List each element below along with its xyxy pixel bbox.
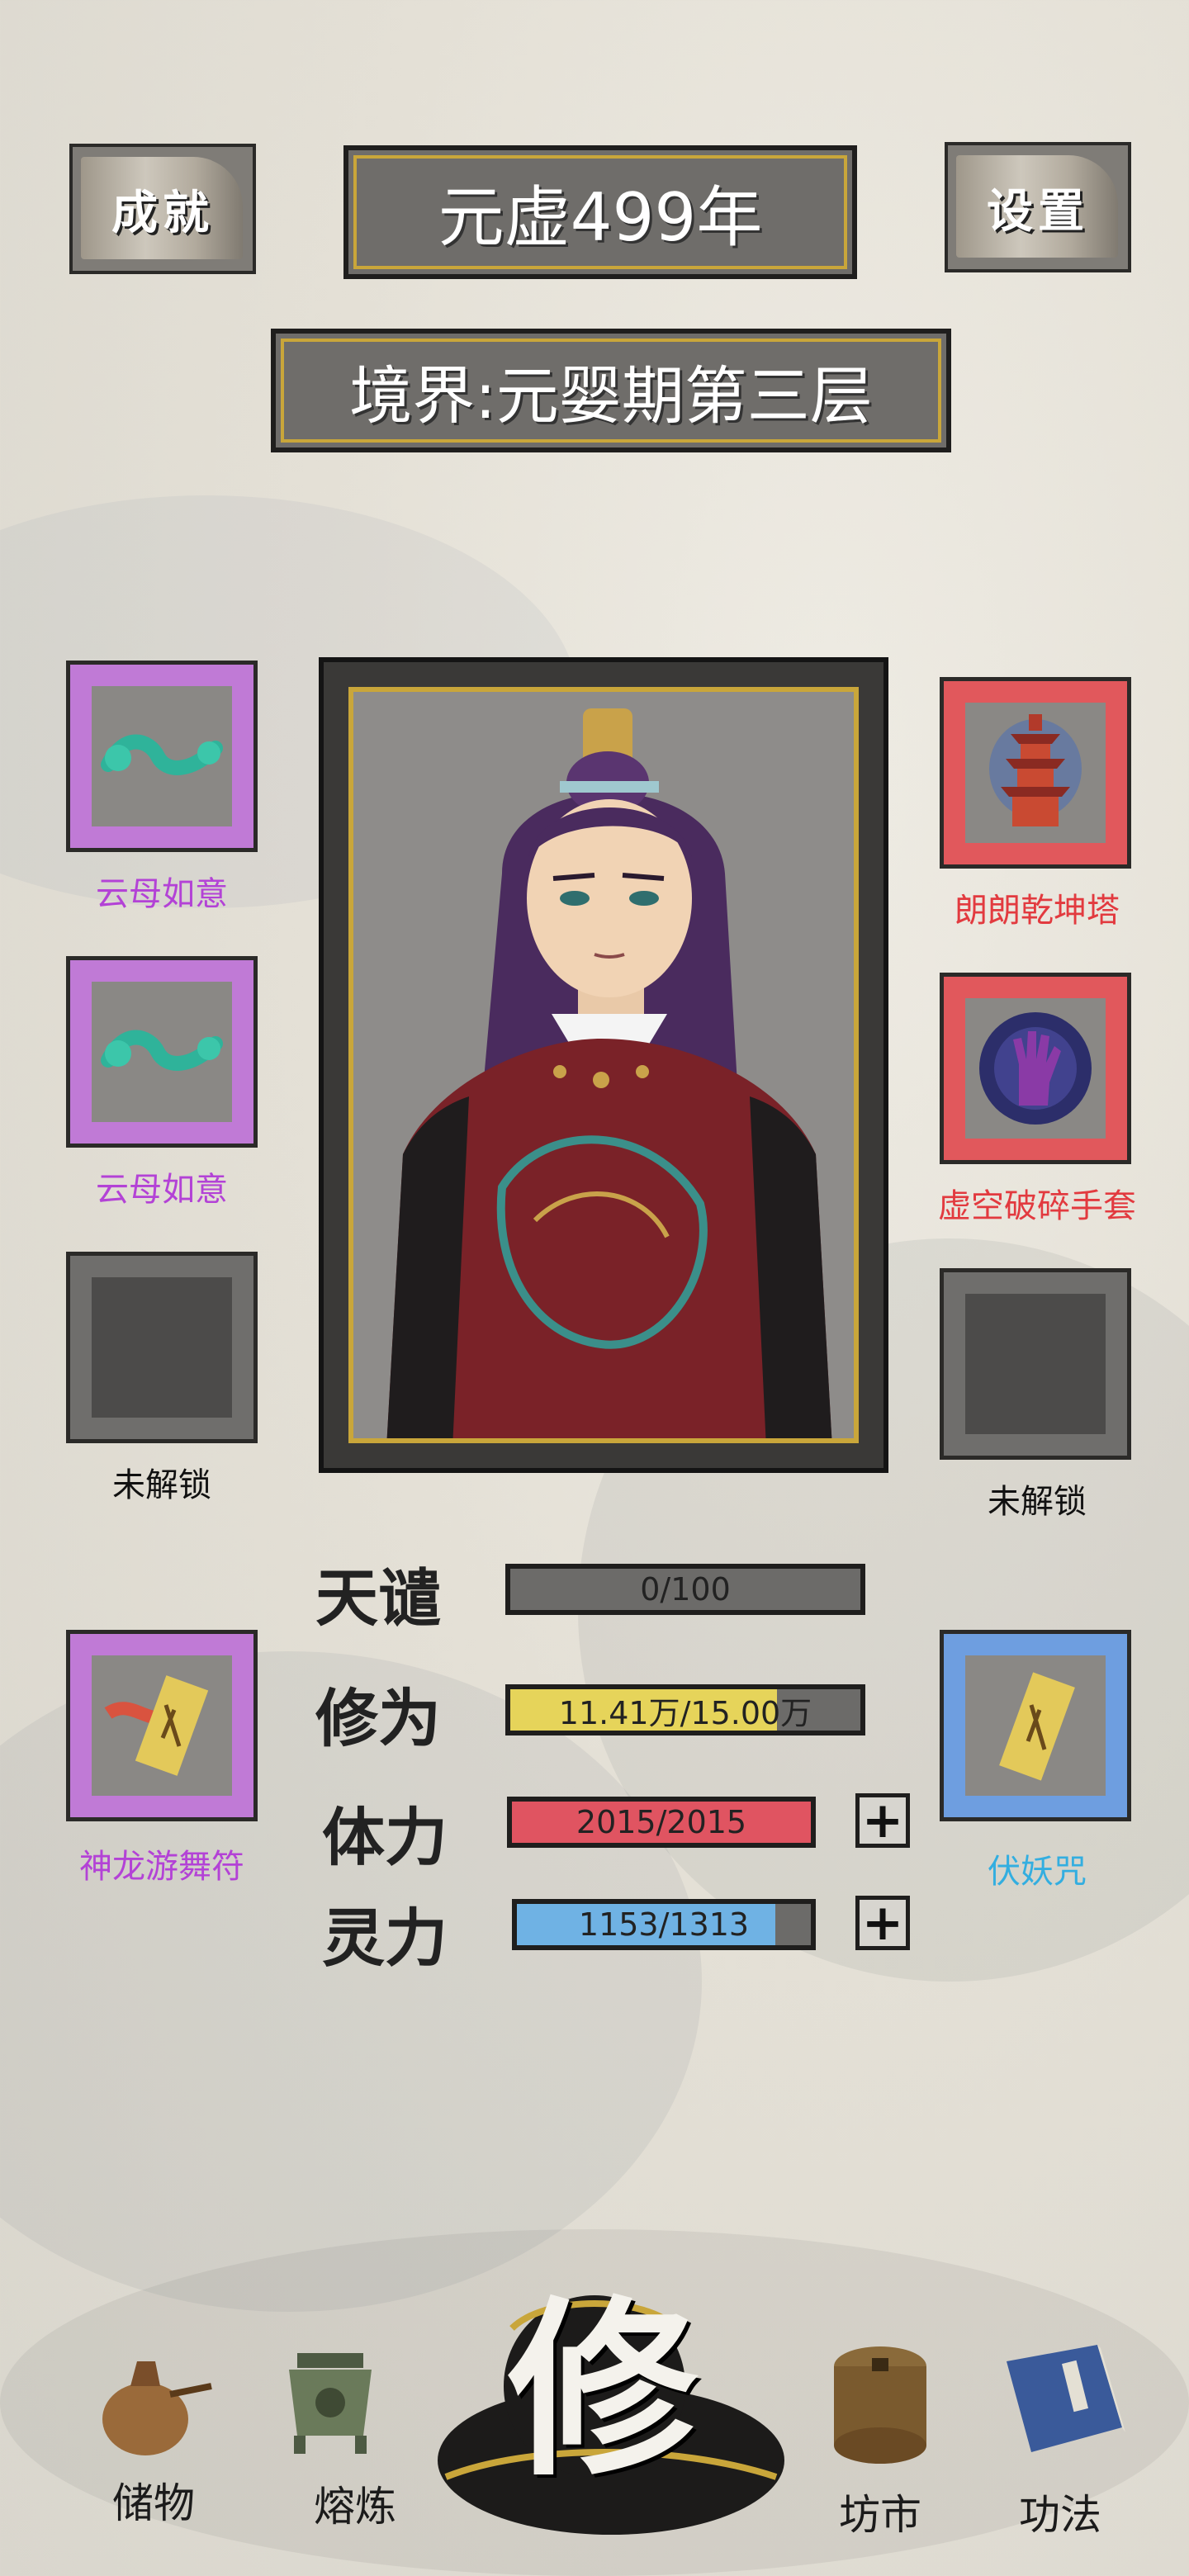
- cultivation-label: 修为: [315, 1682, 441, 1755]
- talisman-slot-left[interactable]: [66, 1630, 258, 1821]
- stamina-plus-button[interactable]: +: [855, 1793, 910, 1848]
- coins-icon: [834, 2346, 926, 2464]
- spirit-value: 1153/1313: [578, 1906, 750, 1943]
- equip-slot-right-2[interactable]: [940, 973, 1131, 1164]
- year-banner: 元虚499年: [343, 145, 857, 279]
- book-icon: [1007, 2345, 1125, 2452]
- cultivation-value: 11.41万/15.00万: [558, 1694, 812, 1731]
- tribulation-value: 0/100: [640, 1571, 731, 1608]
- equip-label-left-1: 云母如意: [96, 875, 228, 913]
- equip-slot-right-1[interactable]: [940, 677, 1131, 869]
- talisman-label-left: 神龙游舞符: [79, 1848, 244, 1886]
- dragon-talisman-icon: [104, 1675, 209, 1776]
- equip-slot-left-2[interactable]: [66, 956, 258, 1148]
- settings-button[interactable]: 设置: [945, 142, 1131, 272]
- character-portrait: [386, 708, 832, 1438]
- cultivation-bar: 11.41万/15.00万: [505, 1684, 865, 1735]
- equip-slot-right-3[interactable]: [940, 1268, 1131, 1460]
- nav-refine-label: 熔炼: [314, 2483, 396, 2531]
- equip-label-left-3: 未解锁: [112, 1466, 211, 1504]
- equip-label-left-2: 云母如意: [96, 1171, 228, 1209]
- spirit-plus-button[interactable]: +: [855, 1896, 910, 1950]
- demon-seal-talisman-icon: [999, 1672, 1075, 1781]
- talisman-slot-right[interactable]: [940, 1630, 1131, 1821]
- equip-slot-left-3[interactable]: [66, 1252, 258, 1443]
- equip-label-right-2: 虚空破碎手套: [938, 1187, 1136, 1225]
- stamina-label: 体力: [322, 1801, 448, 1874]
- nav-skills-label: 功法: [1019, 2491, 1101, 2539]
- character-portrait-frame: [319, 657, 888, 1473]
- pouch-icon: [102, 2361, 212, 2455]
- equip-slot-left-1[interactable]: [66, 661, 258, 852]
- nav-cultivate[interactable]: 修: [429, 2279, 793, 2551]
- nav-storage-label: 储物: [112, 2479, 195, 2527]
- locked-slot-icon: [965, 1294, 1106, 1434]
- cauldron-icon: [289, 2353, 372, 2454]
- nav-market-label: 坊市: [839, 2491, 921, 2539]
- tribulation-label: 天谴: [315, 1561, 441, 1635]
- talisman-label-right: 伏妖咒: [988, 1853, 1087, 1891]
- achievements-label: 成就: [111, 186, 214, 240]
- realm-banner: 境界:元婴期第三层: [271, 329, 951, 452]
- jade-ruyi-icon: [101, 734, 223, 775]
- year-label: 元虚499年: [438, 179, 763, 256]
- achievements-button[interactable]: 成就: [69, 144, 256, 274]
- equip-label-right-1: 朗朗乾坤塔: [955, 892, 1120, 930]
- nav-cultivate-label: 修: [507, 2279, 698, 2502]
- pagoda-icon: [989, 714, 1082, 826]
- void-gauntlet-icon: [979, 1012, 1092, 1125]
- spirit-label: 灵力: [322, 1901, 448, 1975]
- realm-label: 境界:元婴期第三层: [349, 359, 873, 433]
- stamina-value: 2015/2015: [576, 1804, 747, 1840]
- spirit-bar: 1153/1313: [512, 1899, 816, 1950]
- stamina-bar: 2015/2015: [507, 1797, 816, 1848]
- tribulation-bar: 0/100: [505, 1564, 865, 1615]
- jade-ruyi-icon: [101, 1030, 223, 1071]
- equip-label-right-3: 未解锁: [988, 1483, 1087, 1521]
- settings-label: 设置: [987, 184, 1089, 239]
- locked-slot-icon: [92, 1277, 232, 1418]
